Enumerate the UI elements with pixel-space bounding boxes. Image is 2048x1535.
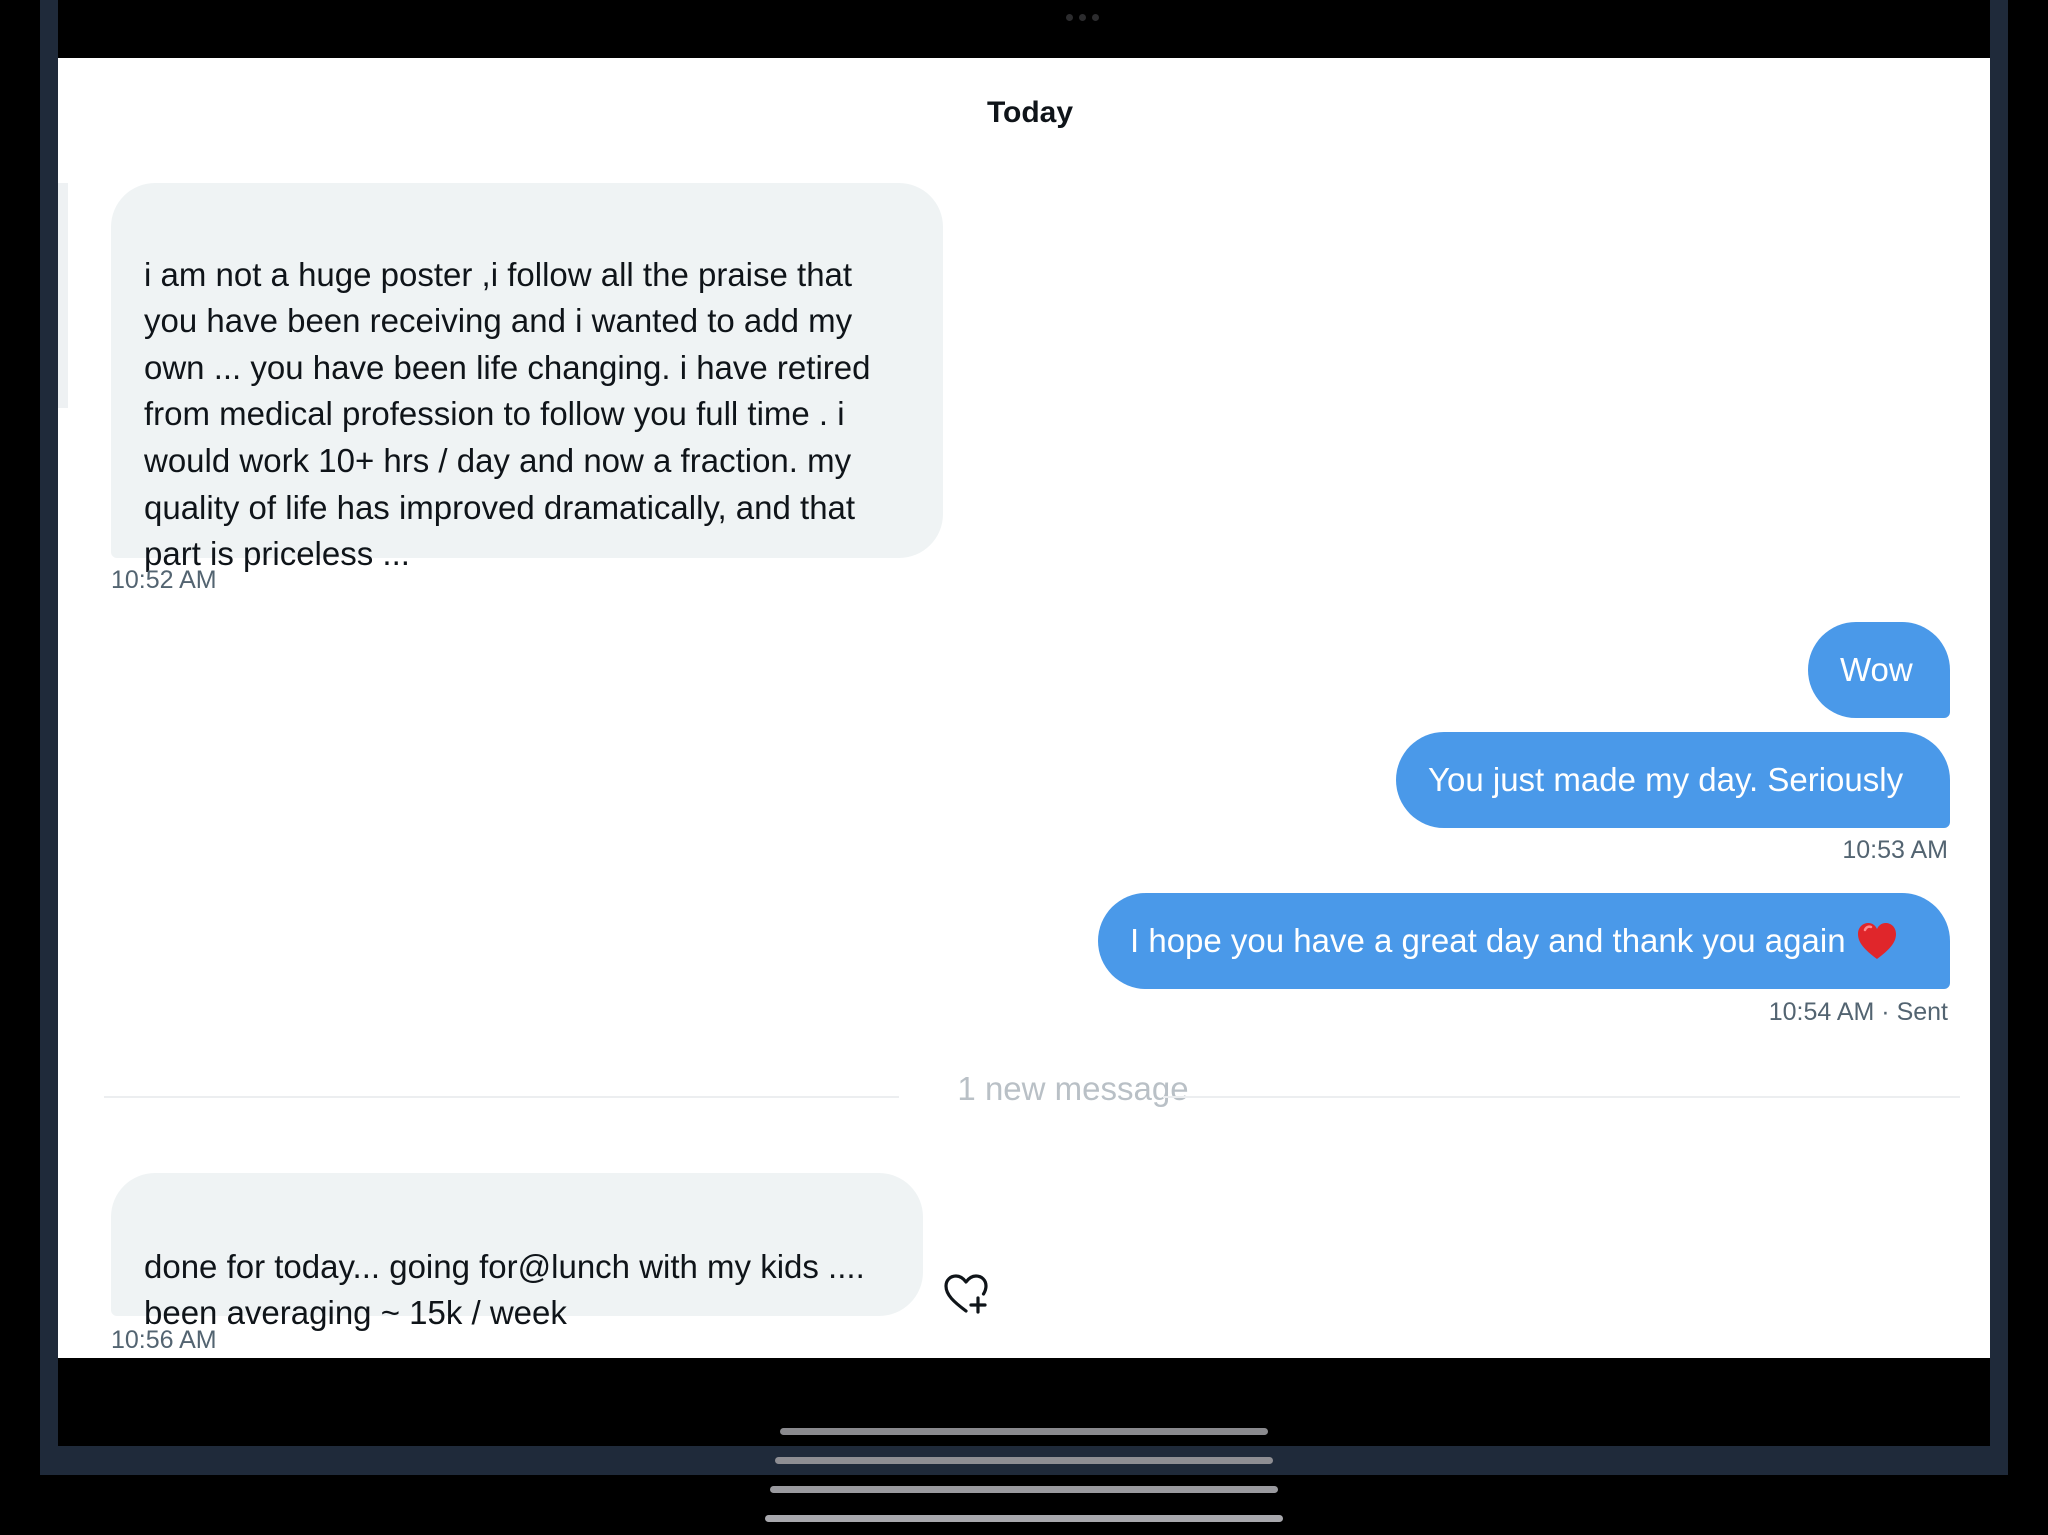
incoming-message-bubble[interactable]: done for today... going for@lunch with m… xyxy=(111,1173,923,1331)
message-timestamp: 10:52 AM xyxy=(111,566,217,594)
home-indicator xyxy=(765,1515,1283,1522)
red-heart-emoji-icon xyxy=(1857,923,1896,959)
home-indicator xyxy=(775,1457,1273,1464)
screenshot-frame: Today i am not a huge poster ,i follow a… xyxy=(0,0,2048,1535)
outgoing-message-bubble[interactable]: Wow xyxy=(1808,622,1950,718)
message-timestamp: 10:56 AM xyxy=(111,1326,217,1354)
delivery-status: · Sent xyxy=(1881,998,1948,1026)
message-timestamp-status: 10:54 AM · Sent xyxy=(1558,998,1948,1027)
message-text: You just made my day. Seriously xyxy=(1428,761,1904,798)
conversation-panel: Today i am not a huge poster ,i follow a… xyxy=(58,58,1990,1358)
message-timestamp: 10:53 AM xyxy=(1842,836,1948,864)
day-header: Today xyxy=(986,96,1074,129)
message-timestamp: 10:54 AM xyxy=(1768,998,1875,1026)
heart-plus-icon[interactable] xyxy=(942,1272,990,1316)
new-message-divider: 1 new message xyxy=(957,1070,1189,1107)
message-text: done for today... going for@lunch with m… xyxy=(144,1247,865,1332)
outgoing-message-bubble[interactable]: You just made my day. Seriously xyxy=(1396,732,1950,828)
divider-line-right xyxy=(1163,1096,1960,1098)
sidebar-edge xyxy=(58,183,68,408)
message-text: Wow xyxy=(1840,651,1913,688)
divider-line-left xyxy=(104,1096,899,1098)
outgoing-message-bubble[interactable]: I hope you have a great day and thank yo… xyxy=(1098,893,1950,989)
multitasking-dots-icon[interactable] xyxy=(1066,14,1099,21)
home-indicator xyxy=(770,1486,1278,1493)
incoming-message-bubble[interactable]: i am not a huge poster ,i follow all the… xyxy=(111,183,943,572)
message-text: i am not a huge poster ,i follow all the… xyxy=(144,255,871,573)
home-indicator[interactable] xyxy=(780,1428,1268,1435)
message-text: I hope you have a great day and thank yo… xyxy=(1130,922,1846,959)
